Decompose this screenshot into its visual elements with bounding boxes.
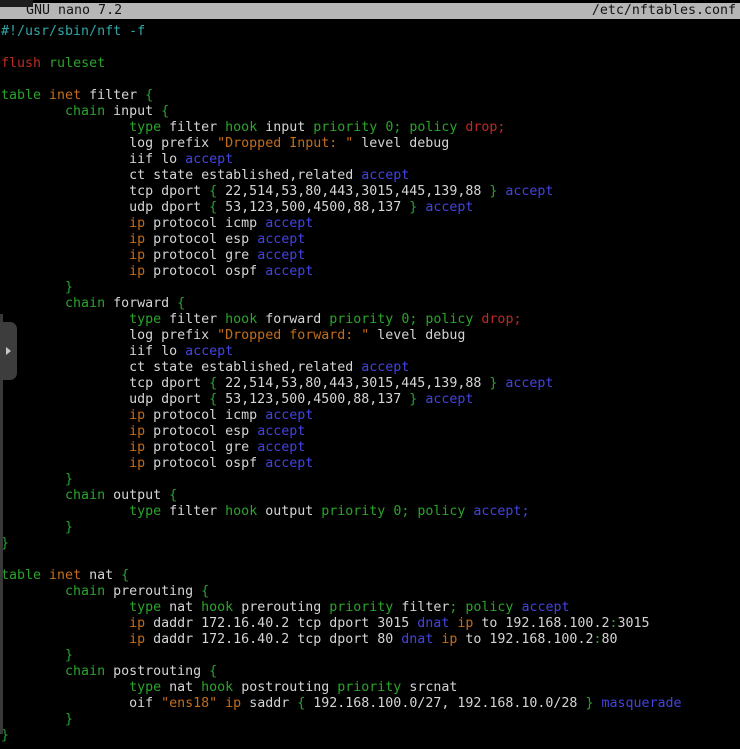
code-line[interactable]: type nat hook postrouting priority srcna… [1,680,682,696]
code-line[interactable]: oif "ens18" ip saddr { 192.168.100.0/27,… [1,696,682,712]
code-line[interactable]: chain output { [1,488,682,504]
code-line[interactable]: ip protocol esp accept [1,424,682,440]
code-line[interactable]: ip protocol esp accept [1,232,682,248]
code-line[interactable]: tcp dport { 22,514,53,80,443,3015,445,13… [1,376,682,392]
code-line[interactable]: iif lo accept [1,152,682,168]
code-line[interactable]: } [1,536,682,552]
code-line[interactable]: } [1,712,682,728]
code-line[interactable]: tcp dport { 22,514,53,80,443,3015,445,13… [1,184,682,200]
code-line[interactable]: flush ruleset [1,56,682,72]
code-line[interactable]: udp dport { 53,123,500,4500,88,137 } acc… [1,200,682,216]
chevron-right-icon [6,347,11,355]
code-line[interactable]: type filter hook forward priority 0; pol… [1,312,682,328]
code-line[interactable]: chain postrouting { [1,664,682,680]
code-line[interactable]: ip protocol ospf accept [1,264,682,280]
code-line[interactable]: udp dport { 53,123,500,4500,88,137 } acc… [1,392,682,408]
code-line[interactable]: #!/usr/sbin/nft -f [1,24,682,40]
code-line[interactable]: ct state established,related accept [1,360,682,376]
nano-titlebar: GNU nano 7.2 /etc/nftables.conf [0,3,740,19]
code-line[interactable]: ip protocol gre accept [1,248,682,264]
code-line[interactable]: type nat hook prerouting priority filter… [1,600,682,616]
code-line[interactable]: table inet nat { [1,568,682,584]
code-line[interactable]: log prefix "Dropped Input: " level debug [1,136,682,152]
code-line[interactable]: } [1,648,682,664]
code-line[interactable]: ip protocol icmp accept [1,408,682,424]
panel-toggle-tab[interactable] [0,322,17,380]
code-line[interactable]: ip protocol gre accept [1,440,682,456]
code-line[interactable]: chain forward { [1,296,682,312]
code-line[interactable]: chain prerouting { [1,584,682,600]
editor-area[interactable]: #!/usr/sbin/nft -f flush ruleset table ine… [1,24,682,744]
code-line[interactable]: type filter hook input priority 0; polic… [1,120,682,136]
code-line[interactable]: ip daddr 172.16.40.2 tcp dport 80 dnat i… [1,632,682,648]
code-line[interactable] [1,552,682,568]
code-line[interactable]: ip daddr 172.16.40.2 tcp dport 3015 dnat… [1,616,682,632]
code-line[interactable]: } [1,728,682,744]
corner-notch [0,0,33,7]
file-path: /etc/nftables.conf [592,3,740,19]
code-line[interactable]: type filter hook output priority 0; poli… [1,504,682,520]
code-line[interactable]: } [1,520,682,536]
code-line[interactable]: table inet filter { [1,88,682,104]
code-line[interactable]: ct state established,related accept [1,168,682,184]
code-line[interactable]: } [1,280,682,296]
code-line[interactable]: chain input { [1,104,682,120]
code-line[interactable]: log prefix "Dropped forward: " level deb… [1,328,682,344]
code-line[interactable] [1,40,682,56]
code-line[interactable] [1,72,682,88]
code-line[interactable]: ip protocol icmp accept [1,216,682,232]
code-line[interactable]: } [1,472,682,488]
code-line[interactable]: ip protocol ospf accept [1,456,682,472]
code-line[interactable]: iif lo accept [1,344,682,360]
